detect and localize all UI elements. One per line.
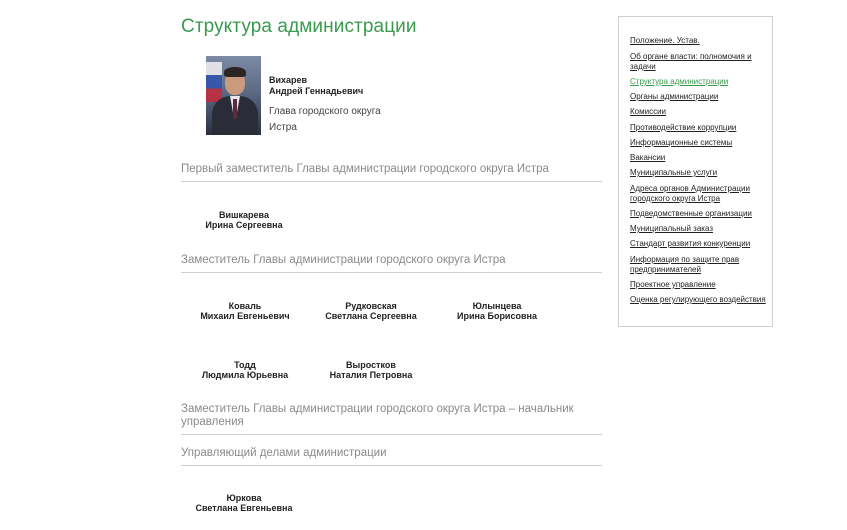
section-title-deputy-head-of-department: Заместитель Главы администрации городско… [181, 403, 602, 435]
sidebar-item-administration-bodies[interactable]: Органы администрации [630, 92, 770, 102]
sidebar-item-entrepreneur-rights[interactable]: Информация по защите прав предпринимател… [630, 255, 770, 275]
sidebar-item-commissions[interactable]: Комиссии [630, 107, 770, 117]
person-card[interactable]: Вишкарева Ирина Сергеевна [179, 210, 309, 230]
person-first-names: Ирина Сергеевна [205, 220, 283, 230]
person-first-names: Наталия Петровна [329, 370, 413, 380]
sidebar-item-municipal-order[interactable]: Муниципальный заказ [630, 224, 770, 234]
sidebar-item-authority-powers[interactable]: Об органе власти: полномочия и задачи [630, 52, 770, 72]
head-first-names: Андрей Геннадьевич [269, 86, 364, 96]
sidebar-nav: Положение. Устав. Об органе власти: полн… [618, 16, 773, 327]
photo-hair [224, 67, 246, 77]
sidebar-item-subordinate-organizations[interactable]: Подведомственные организации [630, 209, 770, 219]
person-card[interactable]: Юлынцева Ирина Борисовна [432, 301, 562, 321]
sidebar-item-addresses[interactable]: Адреса органов Администрации городского … [630, 184, 770, 204]
head-position-line1: Глава городского округа [269, 106, 381, 117]
person-first-names: Михаил Евгеньевич [200, 311, 290, 321]
person-card[interactable]: Коваль Михаил Евгеньевич [180, 301, 310, 321]
page-title: Структура администрации [181, 16, 417, 37]
sidebar-item-municipal-services[interactable]: Муниципальные услуги [630, 168, 770, 178]
sidebar-item-regulations[interactable]: Положение. Устав. [630, 36, 770, 46]
head-position: Глава городского округа Истра [269, 104, 381, 136]
head-photo[interactable] [206, 56, 261, 135]
head-position-line2: Истра [269, 122, 297, 133]
person-card[interactable]: Тодд Людмила Юрьевна [180, 360, 310, 380]
person-last-name: Рудковская [345, 301, 397, 311]
person-last-name: Юлынцева [472, 301, 522, 311]
section-title-deputy: Заместитель Главы администрации городско… [181, 254, 602, 273]
sidebar-item-anti-corruption[interactable]: Противодействие коррупции [630, 123, 770, 133]
sidebar-item-competition-standard[interactable]: Стандарт развития конкуренции [630, 239, 770, 249]
head-last-name: Вихарев [269, 75, 308, 85]
sidebar-item-project-management[interactable]: Проектное управление [630, 280, 770, 290]
person-first-names: Светлана Евгеньевна [195, 503, 293, 513]
person-first-names: Ирина Борисовна [457, 311, 537, 321]
sidebar-item-regulatory-impact[interactable]: Оценка регулирующего воздействия [630, 295, 770, 305]
person-last-name: Выростков [346, 360, 396, 370]
person-card[interactable]: Выростков Наталия Петровна [306, 360, 436, 380]
person-first-names: Светлана Сергеевна [325, 311, 417, 321]
person-last-name: Тодд [234, 360, 256, 370]
sidebar-item-administration-structure[interactable]: Структура администрации [630, 77, 770, 87]
flag-decoration [206, 62, 222, 102]
section-title-chief-of-staff: Управляющий делами администрации [181, 447, 602, 466]
person-last-name: Вишкарева [219, 210, 269, 220]
person-card[interactable]: Юркова Светлана Евгеньевна [179, 493, 309, 513]
head-name[interactable]: Вихарев Андрей Геннадьевич [269, 75, 363, 97]
section-title-first-deputy: Первый заместитель Главы администрации г… [181, 163, 602, 182]
photo-tie [233, 99, 237, 119]
person-card[interactable]: Рудковская Светлана Сергеевна [306, 301, 436, 321]
person-last-name: Коваль [228, 301, 262, 311]
person-last-name: Юркова [226, 493, 262, 503]
person-first-names: Людмила Юрьевна [201, 370, 289, 380]
sidebar-item-vacancies[interactable]: Вакансии [630, 153, 770, 163]
sidebar-item-information-systems[interactable]: Информационные системы [630, 138, 770, 148]
